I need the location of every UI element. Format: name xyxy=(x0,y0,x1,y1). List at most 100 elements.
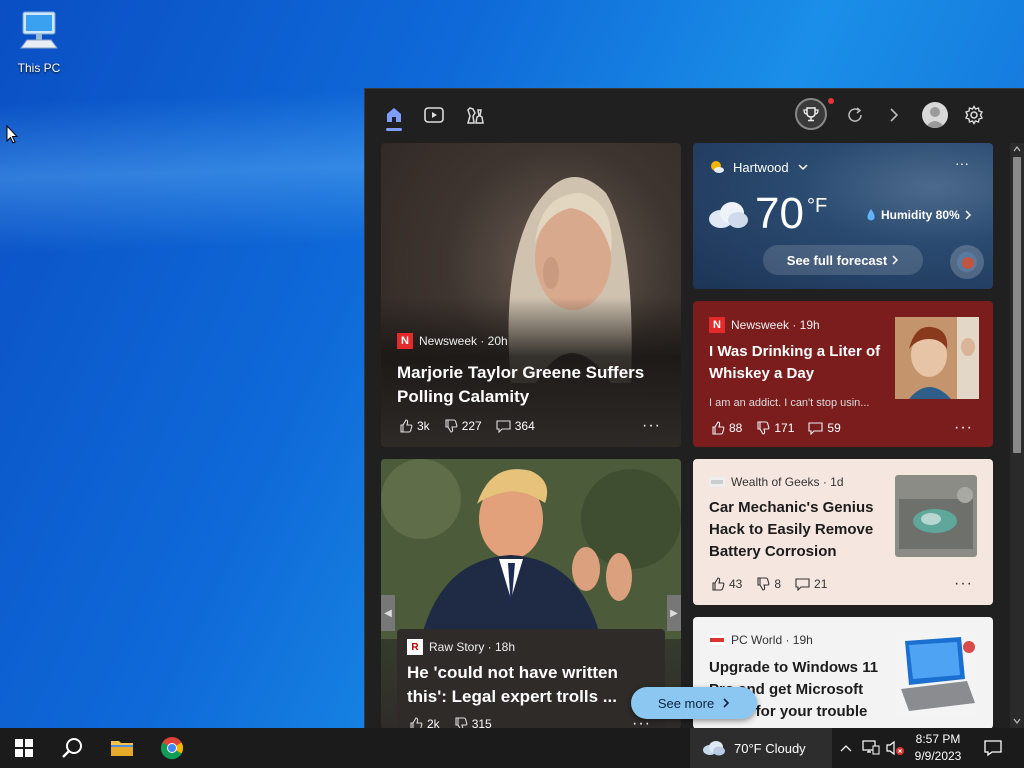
thumbs-down-icon xyxy=(445,419,458,433)
comment-icon xyxy=(808,422,823,435)
refresh-button[interactable] xyxy=(841,101,869,129)
desktop-icon-label: This PC xyxy=(17,61,61,75)
weather-location[interactable]: Hartwood xyxy=(709,159,809,175)
see-more-label: See more xyxy=(657,695,715,711)
cloudy-icon xyxy=(703,741,725,756)
weather-card[interactable]: Hartwood ··· 70 °F Humidity 80% See full… xyxy=(693,143,993,289)
comment-button[interactable]: 21 xyxy=(795,577,827,591)
weather-more-icon[interactable]: ··· xyxy=(955,155,969,171)
comment-count: 364 xyxy=(514,419,535,433)
card-source: R Raw Story · 18h xyxy=(407,639,515,655)
taskbar-weather-widget[interactable]: 70°F Cloudy xyxy=(690,728,832,768)
more-options-icon[interactable]: ··· xyxy=(954,419,973,437)
chevron-up-icon xyxy=(840,745,852,752)
card-headline[interactable]: Marjorie Taylor Greene Suffers Polling C… xyxy=(397,361,667,409)
start-button[interactable] xyxy=(0,728,48,768)
comment-button[interactable]: 59 xyxy=(808,421,841,435)
avatar-icon xyxy=(925,107,945,128)
thumbs-down-icon xyxy=(455,717,468,728)
news-card-whiskey[interactable]: N Newsweek · 19h I Was Drinking a Liter … xyxy=(693,301,993,447)
news-card-trump[interactable]: ◀ ▶ R Raw Story · 18h He 'could not have… xyxy=(381,459,681,728)
games-tab[interactable] xyxy=(461,101,489,129)
forward-button[interactable] xyxy=(880,101,908,129)
weather-map-button[interactable] xyxy=(950,245,984,279)
dislike-button[interactable]: 171 xyxy=(756,421,794,435)
volume-button[interactable] xyxy=(884,728,906,768)
carousel-next-button[interactable]: ▶ xyxy=(667,595,681,631)
comment-count: 59 xyxy=(827,421,841,435)
home-tab[interactable] xyxy=(380,101,408,129)
like-count: 3k xyxy=(417,419,430,433)
see-more-button[interactable]: See more xyxy=(631,687,757,719)
dislike-button[interactable]: 315 xyxy=(454,717,492,728)
more-options-icon[interactable]: ··· xyxy=(642,417,661,435)
humidity-readout[interactable]: Humidity 80% xyxy=(865,208,972,222)
humidity-text: Humidity 80% xyxy=(881,208,960,222)
card-snippet: I am an addict. I can't stop usin... xyxy=(709,397,870,409)
search-button[interactable] xyxy=(48,728,96,768)
card-source-text: Newsweek · 20h xyxy=(419,334,508,348)
profile-button[interactable] xyxy=(922,102,948,128)
clock-date: 9/9/2023 xyxy=(914,749,962,763)
see-full-forecast-button[interactable]: See full forecast xyxy=(763,245,923,275)
thumbs-up-icon xyxy=(712,577,725,591)
clock-time: 8:57 PM xyxy=(915,732,961,746)
like-button[interactable]: 3k xyxy=(399,419,430,433)
newsweek-logo-icon: N xyxy=(709,317,725,333)
card-headline[interactable]: I Was Drinking a Liter of Whiskey a Day xyxy=(709,341,895,385)
home-icon xyxy=(387,108,401,122)
taskbar-weather-text: 70°F Cloudy xyxy=(734,740,806,756)
folder-icon xyxy=(111,741,133,756)
taskbar-clock[interactable]: 8:57 PM 9/9/2023 xyxy=(908,731,968,765)
more-options-icon[interactable]: ··· xyxy=(954,575,973,593)
weather-unit[interactable]: °F xyxy=(807,195,827,218)
thumbs-down-icon xyxy=(757,577,770,591)
thumbs-up-icon xyxy=(712,421,725,435)
card-headline[interactable]: He 'could not have written this': Legal … xyxy=(407,661,657,709)
video-tab[interactable] xyxy=(420,101,448,129)
card-caption-box: R Raw Story · 18h He 'could not have wri… xyxy=(397,629,665,728)
card-headline[interactable]: Car Mechanic's Genius Hack to Easily Rem… xyxy=(709,497,893,563)
news-card-battery[interactable]: Wealth of Geeks · 1d Car Mechanic's Geni… xyxy=(693,459,993,605)
dislike-count: 8 xyxy=(774,577,782,591)
widgets-panel: N Newsweek · 20h Marjorie Taylor Greene … xyxy=(364,88,1024,728)
network-icon xyxy=(862,740,880,755)
trophy-icon xyxy=(803,107,819,122)
scroll-up-icon[interactable] xyxy=(1013,145,1021,153)
settings-button[interactable] xyxy=(960,101,988,129)
scroll-thumb[interactable] xyxy=(1013,157,1021,453)
show-hidden-icons-button[interactable] xyxy=(836,728,856,768)
chrome-button[interactable] xyxy=(148,728,196,768)
scroll-down-icon[interactable] xyxy=(1013,717,1021,725)
rewards-button[interactable] xyxy=(795,98,827,130)
gear-icon xyxy=(965,105,983,125)
comment-icon xyxy=(496,420,511,433)
file-explorer-button[interactable] xyxy=(98,728,146,768)
card-stats: 3k 227 364 ··· xyxy=(399,417,669,435)
widgets-scrollbar[interactable] xyxy=(1010,143,1024,728)
thumbs-up-icon xyxy=(400,419,413,433)
comment-count: 21 xyxy=(814,577,828,591)
news-card-mtg[interactable]: N Newsweek · 20h Marjorie Taylor Greene … xyxy=(381,143,681,447)
like-button[interactable]: 88 xyxy=(711,421,742,435)
card-source-text: Wealth of Geeks · 1d xyxy=(731,475,844,489)
card-source: N Newsweek · 19h xyxy=(709,317,820,333)
like-button[interactable]: 2k xyxy=(409,717,440,728)
desktop-icon-this-pc[interactable]: This PC xyxy=(10,8,68,75)
carousel-prev-button[interactable]: ◀ xyxy=(381,595,395,631)
notification-center-button[interactable] xyxy=(978,728,1008,768)
dislike-button[interactable]: 227 xyxy=(444,419,482,433)
like-button[interactable]: 43 xyxy=(711,577,742,591)
chrome-icon xyxy=(160,737,183,760)
taskbar: 70°F Cloudy 8:57 PM 9/9/2023 xyxy=(0,728,1024,768)
thumbs-up-icon xyxy=(410,717,423,728)
volume-muted-icon xyxy=(886,740,904,756)
dislike-button[interactable]: 8 xyxy=(756,577,781,591)
comment-button[interactable]: 364 xyxy=(496,419,535,433)
weather-map-icon xyxy=(957,252,977,272)
network-button[interactable] xyxy=(860,728,882,768)
dislike-count: 227 xyxy=(461,419,482,433)
raw-story-logo-icon: R xyxy=(407,639,423,655)
card-source: Wealth of Geeks · 1d xyxy=(709,475,844,489)
dislike-count: 171 xyxy=(774,421,795,435)
